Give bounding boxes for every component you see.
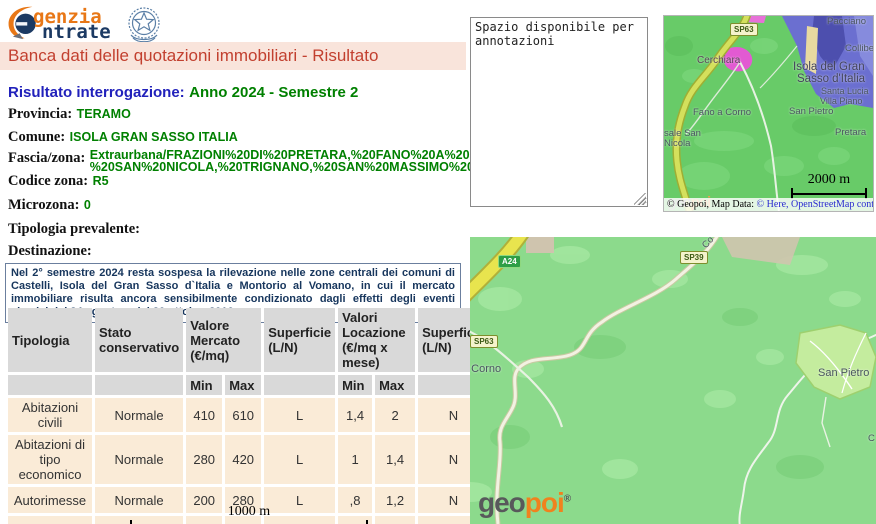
attribution-link[interactable]: © Here, OpenStreetMap contributo <box>757 199 874 210</box>
col-header-superficie-1: Superficie (L/N) <box>264 308 335 372</box>
provincia-value: TERAMO <box>77 107 131 121</box>
map-scale-label: 2000 m <box>791 173 867 187</box>
page: genzia ntrate Banca dati delle quotazion… <box>0 0 876 524</box>
field-comune: Comune: ISOLA GRAN SASSO ITALIA <box>8 128 238 146</box>
field-provincia: Provincia: TERAMO <box>8 105 131 123</box>
detail-map-graphics <box>470 237 876 524</box>
result-heading-value: Anno 2024 - Semestre 2 <box>189 84 358 101</box>
table-cell: Box <box>8 516 92 524</box>
map-place-label: San Pietro <box>789 106 833 117</box>
geopoi-logo: geopoi® <box>478 487 571 519</box>
col-header-valore-mercato: Valore Mercato (€/mq) <box>186 308 261 372</box>
agenzia-entrate-logo[interactable]: genzia ntrate <box>6 3 186 43</box>
col-header-min-locazione: Min <box>338 375 372 395</box>
microzona-value: 0 <box>84 198 91 212</box>
microzona-label: Microzona: <box>8 197 79 213</box>
quotations-table: Tipologia Stato conservativo Valore Merc… <box>5 305 492 524</box>
result-heading-label: Risultato interrogazione: <box>8 84 185 101</box>
attribution-text: © Geopoi, Map Data: <box>667 199 757 210</box>
field-tipologia-prevalente: Tipologia prevalente: <box>8 220 140 238</box>
table-cell: 280 <box>186 435 222 484</box>
table-cell: 410 <box>186 398 222 432</box>
map-attribution: © Geopoi, Map Data: © Here, OpenStreetMa… <box>664 198 873 211</box>
table-row: Abitazioni di tipo economicoNormale28042… <box>8 435 489 484</box>
map-place-label: Pretara <box>835 127 866 138</box>
subheader-empty <box>8 375 92 395</box>
map-place-label: Villa Piano <box>820 96 862 106</box>
field-destinazione: Destinazione: <box>8 242 92 260</box>
codice-zona-label: Codice zona: <box>8 173 88 189</box>
page-title: Banca dati delle quotazioni immobiliari … <box>0 42 466 70</box>
provincia-label: Provincia: <box>8 106 72 122</box>
road-badge-sp63: SP63 <box>470 335 498 348</box>
map-place-label: San Pietro <box>818 367 869 379</box>
table-cell: L <box>264 398 335 432</box>
map-scale: 2000 m <box>791 173 867 199</box>
field-microzona: Microzona: 0 <box>8 196 91 214</box>
table-cell: 610 <box>225 398 261 432</box>
table-subheader-row: Min Max Min Max <box>8 375 489 395</box>
map-scale-label: 1000 m <box>130 505 368 519</box>
logo-text-entrate: ntrate <box>42 21 111 43</box>
table-cell: L <box>264 435 335 484</box>
italy-emblem-icon <box>123 4 165 45</box>
map-place-label: Cerchiara <box>697 55 740 66</box>
map-place-label: Nicola <box>664 138 690 149</box>
table-cell: 420 <box>225 435 261 484</box>
table-cell: 1,4 <box>375 435 415 484</box>
fascia-label: Fascia/zona: <box>8 150 85 166</box>
table-cell: 1,4 <box>338 398 372 432</box>
table-header-row: Tipologia Stato conservativo Valore Merc… <box>8 308 489 372</box>
tipologia-prevalente-label: Tipologia prevalente: <box>8 221 140 237</box>
map-place-label: Pacciano <box>827 16 866 27</box>
table-cell: Autorimesse <box>8 487 92 513</box>
result-heading: Risultato interrogazione: Anno 2024 - Se… <box>8 84 358 102</box>
comune-value: ISOLA GRAN SASSO ITALIA <box>70 130 238 144</box>
overview-map[interactable]: Pacciano Colliberti Cerchiara Isola del Gra… <box>663 15 874 212</box>
codice-zona-value: R5 <box>93 174 109 188</box>
map-place-label: Sasso d'Italia <box>797 73 865 85</box>
col-header-max-locazione: Max <box>375 375 415 395</box>
col-header-valori-locazione: Valori Locazione (€/mq x mese) <box>338 308 415 372</box>
destinazione-label: Destinazione: <box>8 243 92 259</box>
col-header-max-mercato: Max <box>225 375 261 395</box>
col-header-tipologia: Tipologia <box>8 308 92 372</box>
road-badge-sp63: SP63 <box>730 23 758 36</box>
road-badge-sp39: SP39 <box>680 251 708 264</box>
table-cell: Abitazioni civili <box>8 398 92 432</box>
road-badge-a24: A24 <box>498 255 521 268</box>
map-place-label: Santa Lucia <box>821 86 869 96</box>
comune-label: Comune: <box>8 129 65 145</box>
table-cell: 1,2 <box>375 487 415 513</box>
table-cell: 2 <box>375 398 415 432</box>
col-header-stato: Stato conservativo <box>95 308 183 372</box>
map-place-label: Isola del Gran <box>793 61 865 73</box>
table-row: Abitazioni civiliNormale410610L1,42N <box>8 398 489 432</box>
detail-map[interactable]: San Pietroa CornoCoCA24SP39SP63 geopoi® <box>470 237 876 524</box>
subheader-empty <box>95 375 183 395</box>
subheader-empty <box>264 375 335 395</box>
map-place-label: Fano a Corno <box>693 107 751 118</box>
col-header-min-mercato: Min <box>186 375 222 395</box>
table-cell: 1,4 <box>375 516 415 524</box>
map-scale-bar <box>130 520 368 524</box>
table-cell: Normale <box>95 435 183 484</box>
map-place-label: Colliberti <box>845 43 874 54</box>
map-place-label: C <box>868 433 875 444</box>
map-place-label: a Corno <box>470 363 501 375</box>
table-cell: Normale <box>95 398 183 432</box>
map-scale-bottom: 1000 m <box>130 505 368 524</box>
annotations-textarea[interactable]: Spazio disponibile per annotazioni <box>470 17 648 207</box>
table-cell: 1 <box>338 435 372 484</box>
table-cell: Abitazioni di tipo economico <box>8 435 92 484</box>
field-codice-zona: Codice zona: R5 <box>8 172 109 190</box>
